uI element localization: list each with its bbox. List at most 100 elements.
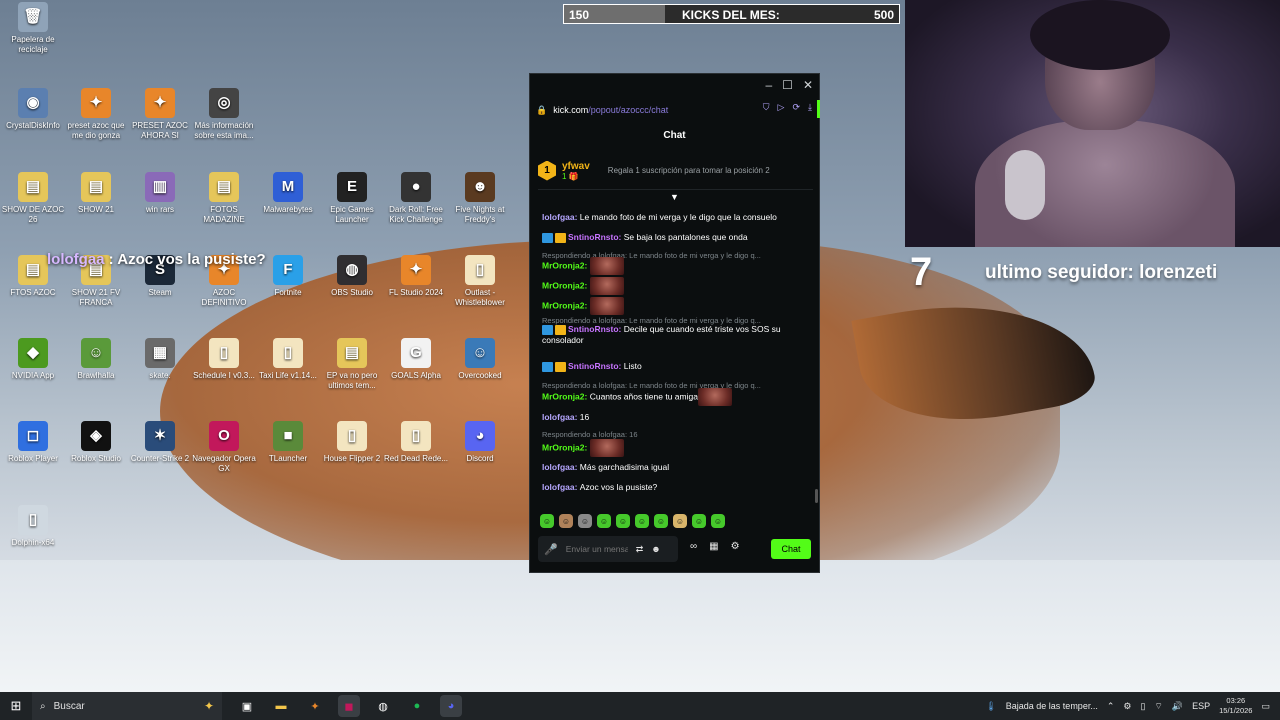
chat-message[interactable]: MrOronja2: bbox=[542, 439, 812, 457]
desktop-icon[interactable]: ✦ PRESET AZOC AHORA SI bbox=[127, 88, 193, 141]
desktop-icon[interactable]: ◍ OBS Studio bbox=[319, 255, 385, 298]
desktop-icon[interactable]: ◎ Más información sobre esta ima... bbox=[191, 88, 257, 141]
chat-username[interactable]: MrOronja2 bbox=[542, 260, 585, 270]
task-view-icon[interactable]: ▣ bbox=[236, 695, 258, 717]
taskbar-search[interactable]: ⌕ Buscar ✦ bbox=[32, 692, 222, 720]
chat-username[interactable]: lolofgaa bbox=[542, 482, 575, 492]
desktop-icon[interactable]: ▯ Taxi Life v1.14... bbox=[255, 338, 321, 381]
settings-gear-icon[interactable]: ⚙ bbox=[731, 541, 740, 552]
desktop-icon[interactable]: ▤ EP va no pero ultimos tem... bbox=[319, 338, 385, 391]
desktop-icon[interactable]: ☺ Brawlhalla bbox=[63, 338, 129, 381]
spotify-icon[interactable]: ● bbox=[406, 695, 428, 717]
tray-overflow-icon[interactable]: ⌃ bbox=[1107, 701, 1115, 712]
fl-studio-taskbar-icon[interactable]: ✦ bbox=[304, 695, 326, 717]
emote-icon[interactable]: ☺ bbox=[559, 514, 573, 528]
windows-start-icon[interactable]: ⊞ bbox=[0, 698, 32, 714]
emote-icon[interactable]: ☺ bbox=[711, 514, 725, 528]
chat-message[interactable]: lolofgaa: Más garchadisima igual bbox=[542, 462, 812, 473]
tray-apps-icon[interactable]: ⚙ bbox=[1123, 701, 1131, 712]
emoji-icon[interactable]: ☻ bbox=[651, 544, 660, 554]
desktop-icon[interactable]: ● Dark Roll: Free Kick Challenge bbox=[383, 172, 449, 225]
chat-scrollbar[interactable] bbox=[815, 489, 818, 503]
weather-text[interactable]: Bajada de las temper... bbox=[1006, 701, 1098, 711]
emote-icon[interactable]: ☺ bbox=[635, 514, 649, 528]
extensions-icon[interactable]: ⟳ bbox=[792, 102, 800, 113]
desktop-icon[interactable]: 🗑 Papelera de reciclaje bbox=[0, 2, 66, 55]
desktop-icon[interactable]: O Navegador Opera GX bbox=[191, 421, 257, 474]
desktop-icon[interactable]: ▯ Red Dead Rede... bbox=[383, 421, 449, 464]
chat-message[interactable]: lolofgaa: Le mando foto de mi verga y le… bbox=[542, 212, 812, 223]
opera-gx-taskbar-icon[interactable]: ◼ bbox=[338, 695, 360, 717]
desktop-icon[interactable]: ◈ Roblox Studio bbox=[63, 421, 129, 464]
chat-message[interactable]: MrOronja2: bbox=[542, 297, 812, 315]
store-icon[interactable]: ▦ bbox=[709, 541, 718, 552]
weather-icon[interactable]: 🌡 bbox=[985, 701, 996, 712]
chat-message[interactable]: SntinoRnsto: Listo bbox=[542, 361, 812, 372]
desktop-icon[interactable]: ▤ SHOW DE AZOC 26 bbox=[0, 172, 66, 225]
language-indicator[interactable]: ESP bbox=[1192, 701, 1210, 711]
chat-username[interactable]: lolofgaa bbox=[542, 212, 575, 222]
notifications-icon[interactable]: ▭ bbox=[1261, 701, 1270, 712]
emote-image[interactable] bbox=[589, 257, 624, 275]
emote-icon[interactable]: ☺ bbox=[692, 514, 706, 528]
desktop-icon[interactable]: ◕ Discord bbox=[447, 421, 513, 464]
obs-taskbar-icon[interactable]: ◍ bbox=[372, 695, 394, 717]
chat-send-button[interactable]: Chat bbox=[771, 539, 811, 559]
chat-username[interactable]: MrOronja2 bbox=[542, 300, 585, 310]
volume-icon[interactable]: 🔊 bbox=[1172, 701, 1183, 712]
desktop-icon[interactable]: ◻ Roblox Player bbox=[0, 421, 66, 464]
chat-username[interactable]: lolofgaa bbox=[542, 462, 575, 472]
clock[interactable]: 03:26 15/1/2026 bbox=[1219, 696, 1252, 716]
desktop-icon[interactable]: ◆ NVIDIA App bbox=[0, 338, 66, 381]
minimize-icon[interactable]: – bbox=[765, 78, 772, 92]
desktop-icon[interactable]: ▯ House Flipper 2 bbox=[319, 421, 385, 464]
maximize-icon[interactable]: ☐ bbox=[782, 78, 793, 92]
file-explorer-icon[interactable]: ▬ bbox=[270, 695, 292, 717]
desktop-icon[interactable]: G GOALS Alpha bbox=[383, 338, 449, 381]
desktop-icon[interactable]: ☻ Five Nights at Freddy's bbox=[447, 172, 513, 225]
chat-username[interactable]: SntinoRnsto bbox=[568, 361, 619, 371]
discord-taskbar-icon[interactable]: ◕ bbox=[440, 695, 462, 717]
desktop-icon[interactable]: M Malwarebytes bbox=[255, 172, 321, 215]
chat-message[interactable]: SntinoRnsto: Decile que cuando esté tris… bbox=[542, 324, 812, 346]
emote-image[interactable] bbox=[589, 439, 624, 457]
collapse-arrow-icon[interactable]: ▼ bbox=[670, 192, 679, 202]
emote-image[interactable] bbox=[589, 297, 624, 315]
emote-icon[interactable]: ☺ bbox=[616, 514, 630, 528]
network-icon[interactable]: ⌔ bbox=[1154, 701, 1162, 712]
chat-username[interactable]: SntinoRnsto bbox=[568, 232, 619, 242]
close-icon[interactable]: ✕ bbox=[803, 78, 813, 92]
emote-icon[interactable]: ☺ bbox=[578, 514, 592, 528]
desktop-icon[interactable]: ■ TLauncher bbox=[255, 421, 321, 464]
chat-username[interactable]: MrOronja2 bbox=[542, 391, 585, 401]
shield-icon[interactable]: ⛉ bbox=[763, 102, 770, 113]
chat-username[interactable]: MrOronja2 bbox=[542, 442, 585, 452]
chat-message[interactable]: lolofgaa: Azoc vos la pusiste? bbox=[542, 482, 812, 493]
mic-icon[interactable]: 🎤 bbox=[544, 543, 558, 556]
emote-icon[interactable]: ☺ bbox=[654, 514, 668, 528]
emote-image[interactable] bbox=[697, 388, 732, 406]
chat-username[interactable]: SntinoRnsto bbox=[568, 324, 619, 334]
desktop-icon[interactable]: ☺ Overcooked bbox=[447, 338, 513, 381]
desktop-icon[interactable]: ▤ FOTOS MADAZINE bbox=[191, 172, 257, 225]
chat-message[interactable]: lolofgaa: 16 bbox=[542, 412, 812, 423]
kicks-gift-icon[interactable]: ∞ bbox=[690, 541, 697, 552]
emote-icon[interactable]: ☺ bbox=[673, 514, 687, 528]
desktop-icon[interactable]: ▯ Schedule I v0.3... bbox=[191, 338, 257, 381]
desktop-icon[interactable]: ▥ win rars bbox=[127, 172, 193, 215]
emote-icon[interactable]: ☺ bbox=[540, 514, 554, 528]
chat-message[interactable]: MrOronja2: Cuantos años tiene tu amiga bbox=[542, 388, 812, 406]
chat-message[interactable]: MrOronja2: bbox=[542, 257, 812, 275]
desktop-icon[interactable]: ✶ Counter-Strike 2 bbox=[127, 421, 193, 464]
emote-image[interactable] bbox=[589, 277, 624, 295]
translate-icon[interactable]: ⇄ bbox=[636, 544, 644, 555]
chat-username[interactable]: lolofgaa bbox=[542, 412, 575, 422]
desktop-icon[interactable]: ◉ CrystalDiskInfo bbox=[0, 88, 66, 131]
play-icon[interactable]: ▷ bbox=[778, 102, 785, 113]
desktop-icon[interactable]: ▦ skate. bbox=[127, 338, 193, 381]
desktop-icon[interactable]: ✦ FL Studio 2024 bbox=[383, 255, 449, 298]
chat-message[interactable]: MrOronja2: bbox=[542, 277, 812, 295]
url-bar[interactable]: 🔒 kick.com/popout/azoccc/chat ⛉ ▷ ⟳ ⤓ bbox=[536, 100, 820, 118]
reply-context[interactable]: Respondiendo a lolofgaa: 16 bbox=[542, 430, 807, 439]
chat-message[interactable]: SntinoRnsto: Se baja los pantalones que … bbox=[542, 232, 812, 243]
